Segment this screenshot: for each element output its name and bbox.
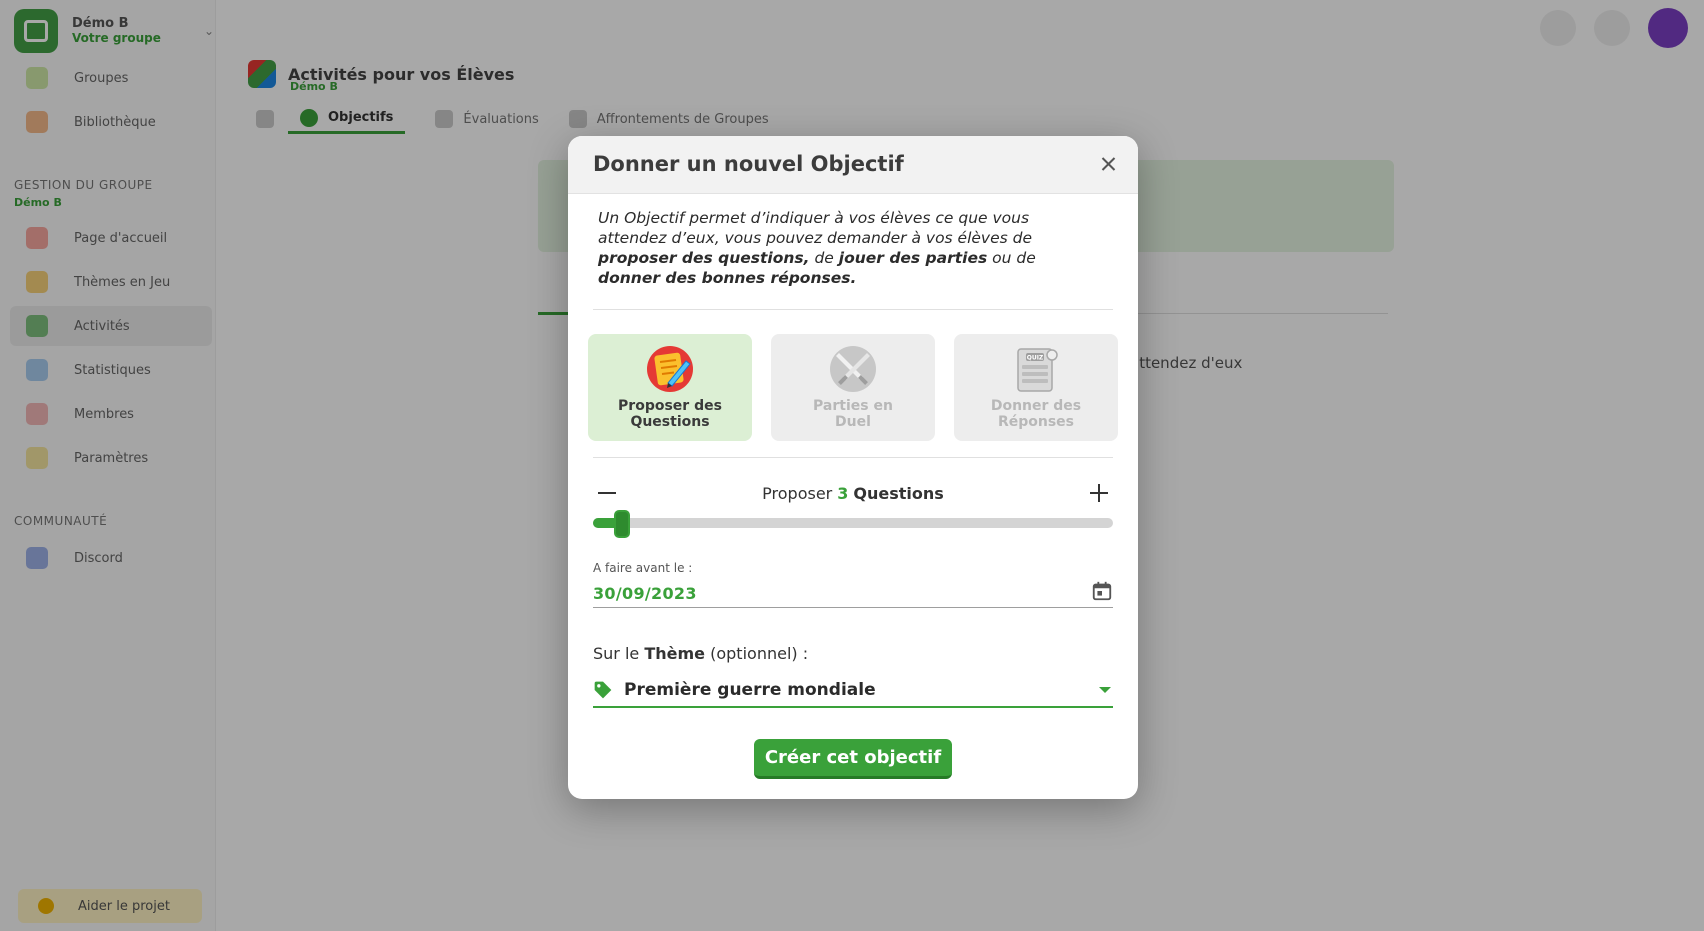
create-objective-button[interactable]: Créer cet objectif [754,739,952,779]
intro-bold: jouer des parties [838,249,988,267]
count-prefix: Proposer [762,483,833,503]
close-icon[interactable] [1094,150,1122,178]
new-objective-dialog: Donner un nouvel Objectif Un Objectif pe… [568,136,1138,799]
choice-label: Parties en Duel [813,398,893,430]
theme-label: Sur le Thème (optionnel) : [593,644,808,663]
count-value: 3 [837,483,849,503]
tag-icon [594,681,612,699]
minus-icon[interactable] [596,482,618,504]
choice-label: Donner des Réponses [990,398,1082,430]
choice-label: Proposer des Questions [618,398,722,430]
intro-part: Un Objectif permet d’indiquer à vos élèv… [598,209,1033,247]
caret-down-icon [1099,687,1111,693]
due-date-value: 30/09/2023 [593,584,697,603]
intro-part: ou de [987,249,1036,267]
intro-text: Un Objectif permet d’indiquer à vos élèv… [598,208,1086,288]
theme-label-part: (optionnel) : [705,644,809,663]
questions-icon [647,346,693,392]
due-date-label: A faire avant le : [593,561,693,575]
duel-swords-icon [830,346,876,392]
due-date-field[interactable]: 30/09/2023 [593,576,1113,608]
divider [593,309,1113,310]
slider-thumb[interactable] [614,510,630,538]
choice-give-answers[interactable]: QUIZ Donner des Réponses [954,334,1118,441]
divider [593,457,1113,458]
dialog-title: Donner un nouvel Objectif [593,152,904,176]
count-unit: Questions [853,483,944,503]
theme-label-part: Sur le [593,644,645,663]
theme-label-bold: Thème [644,644,706,663]
question-count-slider[interactable] [593,510,1113,538]
choice-duel[interactable]: Parties en Duel [771,334,935,441]
plus-icon[interactable] [1088,482,1110,504]
choice-propose-questions[interactable]: Proposer des Questions [588,334,752,441]
intro-bold: proposer des questions, [598,249,810,267]
intro-part: de [809,249,839,267]
objective-type-choices: Proposer des Questions Parties en Duel Q… [588,334,1118,441]
calendar-icon[interactable] [1091,580,1113,602]
count-text: Proposer 3 Questions [762,484,944,503]
theme-select[interactable]: Première guerre mondiale [593,672,1113,708]
quiz-answers-icon: QUIZ [1017,348,1058,392]
dialog-header: Donner un nouvel Objectif [568,136,1138,194]
svg-text:QUIZ: QUIZ [1027,355,1044,362]
intro-bold: donner des bonnes réponses. [598,269,857,287]
theme-value: Première guerre mondiale [624,680,876,700]
question-count-stepper: Proposer 3 Questions [593,476,1113,510]
